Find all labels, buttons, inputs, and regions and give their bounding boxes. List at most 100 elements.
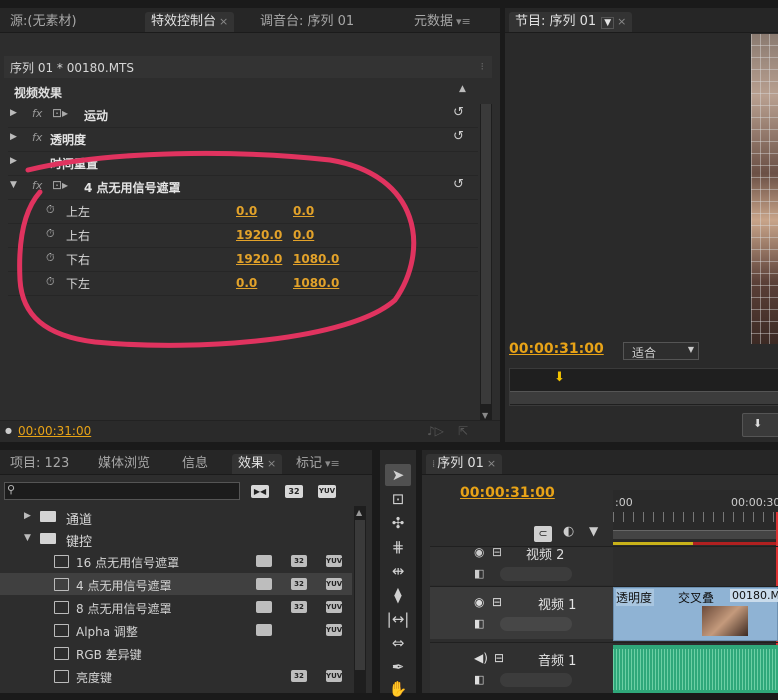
accelerated-badge-icon (256, 601, 272, 613)
keyframe-nav[interactable] (500, 567, 572, 581)
render-bar (613, 542, 693, 545)
keyframe-nav[interactable] (500, 617, 572, 631)
effect-item-list: 16 点无用信号遮罩 32 YUV 4 点无用信号遮罩 32 YUV 8 点无用信号遮罩 32… (0, 550, 352, 693)
playhead-marker-icon: ● (5, 426, 12, 435)
eye-icon[interactable]: ◉ (474, 545, 484, 559)
scroll-up-icon[interactable]: ▲ (356, 508, 362, 517)
razor-tool-icon[interactable]: ⧫ (385, 584, 411, 606)
selection-tool-icon[interactable]: ➤ (385, 464, 411, 486)
lock-icon[interactable]: ⊟ (492, 595, 502, 609)
eye-icon[interactable]: ◉ (474, 595, 484, 609)
expand-triangle-icon[interactable]: ▶ (24, 511, 31, 521)
rate-stretch-tool-icon[interactable]: ⇹ (385, 560, 411, 582)
pen-tool-icon[interactable]: ✒ (385, 656, 411, 678)
scroll-down-icon[interactable]: ▼ (482, 411, 488, 420)
slide-tool-icon[interactable]: ⇔ (385, 632, 411, 654)
grip-icon: ⁞ (432, 459, 436, 470)
render-bar-red (693, 542, 778, 545)
timeline-timecode[interactable]: 00:00:31:00 (460, 485, 555, 501)
effects-search-input[interactable]: ⚲ (4, 482, 240, 500)
transition-label[interactable]: 交叉叠 (678, 589, 714, 606)
program-timecode[interactable]: 00:00:31:00 (509, 341, 604, 357)
snap-icon[interactable]: ⊂ (534, 526, 552, 542)
track-audio-1: ◀) ⊟ 音频 1 ◧ (430, 642, 778, 693)
effect-preset-icon (54, 670, 69, 683)
tab-label: 序列 01 (437, 456, 484, 471)
video-clip[interactable]: 透明度 交叉叠 00180.M (613, 587, 778, 641)
track-header[interactable]: ◉ ⊟ 视频 2 ◧ (430, 545, 613, 585)
timeline-ruler[interactable]: :00 00:00:30 (613, 490, 778, 546)
fit-dropdown[interactable]: 适合 ▼ (623, 342, 699, 360)
effect-preset-icon (54, 647, 69, 660)
effect-preset-icon (54, 555, 69, 568)
speaker-icon[interactable]: ◀) (474, 651, 488, 665)
close-icon[interactable]: × (487, 457, 496, 470)
effect-preset-icon (54, 578, 69, 591)
video-frame[interactable] (751, 34, 778, 344)
close-icon[interactable]: × (617, 15, 626, 28)
track-label: 视频 2 (526, 548, 565, 563)
folder-channels[interactable]: ▶ 通道 (0, 506, 352, 528)
track-select-tool-icon[interactable]: ⊡ (385, 488, 411, 510)
tab-program[interactable]: 节目: 序列 01 ▼ × (509, 12, 633, 32)
folder-keying[interactable]: ▼ 键控 (0, 528, 352, 550)
mini-ruler-bar[interactable] (510, 391, 778, 404)
display-style-icon[interactable]: ◧ (474, 617, 484, 630)
lock-icon[interactable]: ⊟ (494, 651, 504, 665)
work-area-bar[interactable] (613, 530, 778, 539)
tab-markers[interactable]: 标记 ▾≡ (290, 454, 346, 474)
play-audio-icon[interactable]: ♪▷ (427, 424, 444, 438)
accelerated-badge-icon (256, 624, 272, 636)
footer-timecode[interactable]: 00:00:31:00 (18, 424, 91, 438)
effects-browser-tabbar: 项目: 123 媒体浏览 信息 效果 × 标记 ▾≡ (0, 450, 372, 475)
effect-list-item[interactable]: 8 点无用信号遮罩 32 YUV (0, 596, 352, 618)
panel-menu-icon[interactable]: ▾≡ (325, 457, 340, 470)
hand-tool-icon[interactable]: ✋ (385, 678, 411, 700)
scrollbar-thumb[interactable] (355, 520, 365, 670)
insert-button[interactable]: ⬇ (742, 413, 778, 437)
track-header[interactable]: ◉ ⊟ 视频 1 ◧ (430, 587, 613, 639)
tab-media-browser[interactable]: 媒体浏览 (92, 454, 156, 474)
dropdown-icon[interactable]: ▼ (601, 17, 615, 29)
yuv-badge-icon: YUV (326, 670, 343, 682)
keyframe-nav[interactable] (500, 673, 572, 687)
folder-icon (40, 511, 56, 522)
audio-clip[interactable] (613, 645, 778, 693)
collapse-triangle-icon[interactable]: ▼ (24, 533, 31, 543)
display-style-icon[interactable]: ◧ (474, 567, 484, 580)
32bit-badge-icon: 32 (291, 578, 307, 590)
yuv-filter-icon[interactable]: YUV (318, 485, 336, 498)
effect-list-item[interactable]: 亮度键 32 YUV (0, 665, 352, 687)
track-header[interactable]: ◀) ⊟ 音频 1 ◧ (430, 643, 613, 693)
effects-browser-scrollbar[interactable]: ▲ (354, 506, 366, 693)
marker-icon[interactable]: ◐ (563, 524, 574, 539)
effect-list-item[interactable]: 4 点无用信号遮罩 32 YUV (0, 573, 352, 595)
track-video-1: ◉ ⊟ 视频 1 ◧ 透明度 交叉叠 00180.M (430, 586, 778, 641)
track-label: 视频 1 (538, 598, 577, 613)
effect-list-item[interactable]: 图像遮罩键32YUV (0, 688, 352, 693)
add-marker-icon[interactable]: ▼ (589, 524, 598, 538)
program-monitor-panel: 节目: 序列 01 ▼ × 00:00:31:00 适合 ▼ ⬇ ⬇ (505, 8, 778, 442)
tab-sequence[interactable]: ⁞ 序列 01 × (426, 454, 503, 474)
display-style-icon[interactable]: ◧ (474, 673, 484, 686)
program-mini-ruler[interactable]: ⬇ (509, 368, 778, 406)
tab-label: 标记 (296, 456, 323, 471)
tab-info[interactable]: 信息 (176, 454, 214, 474)
export-icon[interactable]: ⇱ (458, 424, 468, 438)
effect-list-item[interactable]: RGB 差异键32YUV (0, 642, 352, 664)
yuv-badge-icon: YUV (326, 555, 343, 567)
playhead-icon[interactable]: ⬇ (554, 370, 565, 385)
close-icon[interactable]: × (267, 457, 276, 470)
accelerated-effects-filter-icon[interactable]: ▶◀ (251, 485, 269, 498)
tab-project[interactable]: 项目: 123 (4, 454, 75, 474)
slip-tool-icon[interactable]: |↔| (385, 608, 411, 630)
rolling-edit-tool-icon[interactable]: ⋕ (385, 536, 411, 558)
tab-effects[interactable]: 效果 × (232, 454, 283, 474)
effect-list-item[interactable]: 16 点无用信号遮罩 32 YUV (0, 550, 352, 572)
timeline-tabbar: ⁞ 序列 01 × (422, 450, 778, 475)
effect-list-item[interactable]: Alpha 调整32YUV (0, 619, 352, 641)
lock-icon[interactable]: ⊟ (492, 545, 502, 559)
32bit-filter-icon[interactable]: 32 (285, 485, 303, 498)
ripple-edit-tool-icon[interactable]: ✣ (385, 512, 411, 534)
fit-label: 适合 (632, 346, 657, 360)
